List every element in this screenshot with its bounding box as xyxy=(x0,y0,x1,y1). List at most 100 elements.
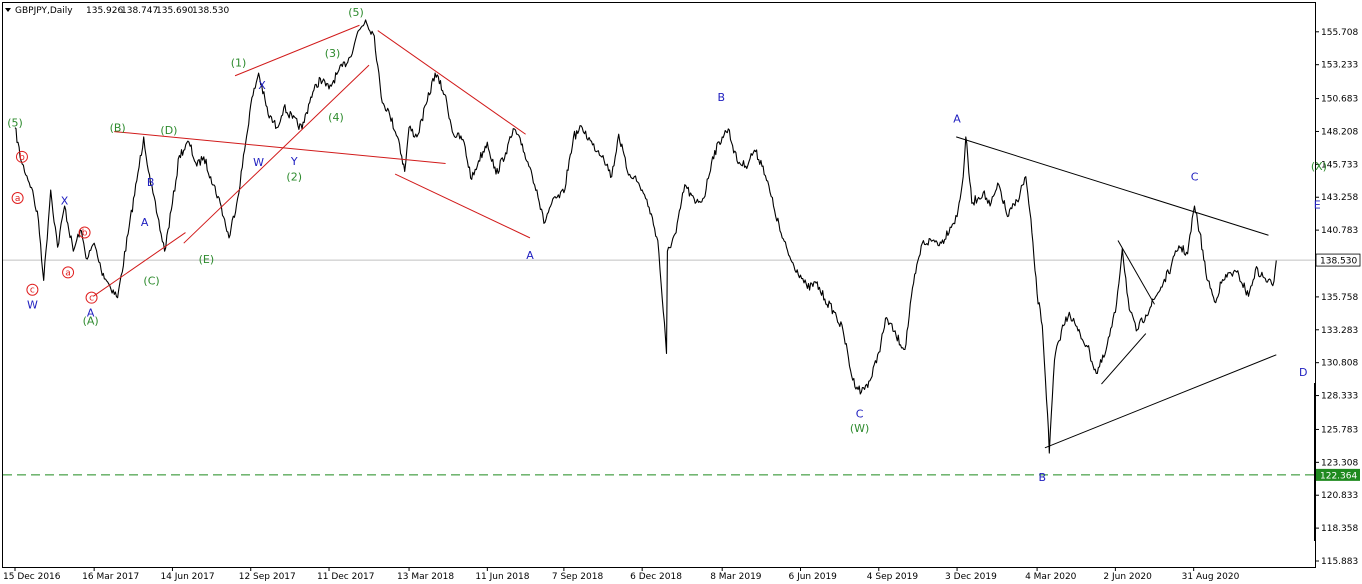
wave-label-text: (A) xyxy=(83,314,99,327)
x-tick-label: 11 Dec 2017 xyxy=(317,572,375,582)
wave-label: A xyxy=(141,216,149,229)
wave-label-text: A xyxy=(953,112,961,125)
wave-label-text: b xyxy=(82,229,88,239)
wave-label-text: (E) xyxy=(199,253,215,266)
y-tick-label: 130.808 xyxy=(1321,359,1358,369)
wave-label-text: W xyxy=(253,156,264,169)
wave-label: (3) xyxy=(325,47,341,60)
wave-label: (E) xyxy=(199,253,215,266)
wave-label: (5) xyxy=(348,6,364,19)
x-tick-label: 31 Aug 2020 xyxy=(1182,572,1240,582)
wave-label: A xyxy=(526,249,534,262)
wave-label: (4) xyxy=(328,111,344,124)
wave-label: (W) xyxy=(850,422,869,435)
x-tick-label: 4 Sep 2019 xyxy=(867,572,919,582)
header-low: 135.690 xyxy=(156,6,193,16)
wave-label-text: B xyxy=(147,176,155,189)
wave-label: W xyxy=(253,156,264,169)
x-tick-label: 11 Jun 2018 xyxy=(475,572,529,582)
y-tick-label: 115.883 xyxy=(1321,557,1358,567)
x-tick-label: 2 Jun 2020 xyxy=(1103,572,1152,582)
header-close: 138.530 xyxy=(192,6,229,16)
wave-label-text: c xyxy=(89,294,94,304)
x-tick-label: 6 Dec 2018 xyxy=(630,572,682,582)
y-tick-label: 133.283 xyxy=(1321,326,1358,336)
support-price-tag: 122.364 xyxy=(1316,468,1360,481)
wave-label-text: (2) xyxy=(286,171,302,184)
y-tick-label: 128.333 xyxy=(1321,392,1358,402)
wave-label-text: (C) xyxy=(143,274,159,287)
x-tick-label: 12 Sep 2017 xyxy=(239,572,296,582)
wave-label: (2) xyxy=(286,171,302,184)
wave-label: Y xyxy=(290,155,298,168)
wave-label-text: c xyxy=(30,286,35,296)
wave-label-text: a xyxy=(15,194,21,204)
header-symbol: GBPJPY,Daily xyxy=(15,6,73,16)
x-tick-label: 3 Dec 2019 xyxy=(945,572,997,582)
y-tick-label: 153.233 xyxy=(1321,61,1358,71)
wave-label-text: A xyxy=(526,249,534,262)
y-tick-label: 125.783 xyxy=(1321,425,1358,435)
wave-label-text: A xyxy=(141,216,149,229)
y-tick-label: 148.208 xyxy=(1321,127,1358,137)
wave-label-text: (4) xyxy=(328,111,344,124)
wave-label-text: X xyxy=(258,79,266,92)
x-tick-label: 4 Mar 2020 xyxy=(1025,572,1077,582)
y-tick-label: 135.758 xyxy=(1321,293,1358,303)
wave-label-text: (5) xyxy=(7,116,23,129)
wave-label-text: C xyxy=(856,407,864,420)
wave-label: (5) xyxy=(7,116,23,129)
x-tick-label: 15 Dec 2016 xyxy=(3,572,61,582)
wave-label: (X) xyxy=(1311,160,1327,173)
price-axis: 155.708153.233150.683148.208145.733143.2… xyxy=(1314,28,1358,567)
wave-label: (D) xyxy=(160,124,177,137)
wave-label-text: X xyxy=(61,195,69,208)
x-tick-label: 6 Jun 2019 xyxy=(788,572,837,582)
wave-label-text: a xyxy=(65,268,71,278)
wave-label: B xyxy=(1039,471,1047,484)
wave-label: C xyxy=(856,407,864,420)
wave-label: C xyxy=(1191,171,1199,184)
header-high: 138.747 xyxy=(121,6,158,16)
current-price-tag-label: 138.530 xyxy=(1320,257,1357,267)
y-tick-label: 123.308 xyxy=(1321,458,1358,468)
support-price-tag-label: 122.364 xyxy=(1320,471,1357,481)
wave-label: A xyxy=(953,112,961,125)
wave-label-text: D xyxy=(1299,366,1307,379)
header-open: 135.926 xyxy=(86,6,123,16)
wave-label-text: (3) xyxy=(325,47,341,60)
wave-label-text: Y xyxy=(290,155,298,168)
wave-label: B xyxy=(718,91,726,104)
time-axis: 15 Dec 2016 16 Mar 2017 14 Jun 2017 12 Sep … xyxy=(3,567,1240,582)
wave-label-text: B xyxy=(1039,471,1047,484)
y-tick-label: 143.258 xyxy=(1321,193,1358,203)
x-tick-label: 13 Mar 2018 xyxy=(397,572,454,582)
wave-label: (B) xyxy=(110,122,126,135)
wave-label: (A) xyxy=(83,314,99,327)
x-tick-label: 16 Mar 2017 xyxy=(82,572,139,582)
x-tick-label: 7 Sep 2018 xyxy=(552,572,604,582)
wave-label: W xyxy=(27,298,38,311)
x-tick-label: 8 Mar 2019 xyxy=(710,572,762,582)
y-tick-label: 120.833 xyxy=(1321,491,1358,501)
wave-label-text: (5) xyxy=(348,6,364,19)
y-tick-label: 155.708 xyxy=(1321,28,1358,38)
wave-label: (C) xyxy=(143,274,159,287)
wave-label: X xyxy=(258,79,266,92)
wave-label-text: B xyxy=(718,91,726,104)
wave-label: D xyxy=(1299,366,1307,379)
wave-label-text: W xyxy=(27,298,38,311)
y-tick-label: 118.358 xyxy=(1321,524,1358,534)
wave-label: X xyxy=(61,195,69,208)
wave-label-text: b xyxy=(19,153,25,163)
wave-label-text: (X) xyxy=(1311,160,1327,173)
y-tick-label: 140.783 xyxy=(1321,226,1358,236)
wave-label-text: (W) xyxy=(850,422,869,435)
wave-label-text: (D) xyxy=(160,124,177,137)
wave-label-text: C xyxy=(1191,171,1199,184)
wave-label-text: E xyxy=(1314,199,1321,212)
y-tick-label: 150.683 xyxy=(1321,95,1358,105)
chart-header: GBPJPY,Daily 135.926 138.747 135.690 138… xyxy=(5,6,229,16)
x-tick-label: 14 Jun 2017 xyxy=(160,572,214,582)
right-edge-bar xyxy=(1314,383,1316,541)
